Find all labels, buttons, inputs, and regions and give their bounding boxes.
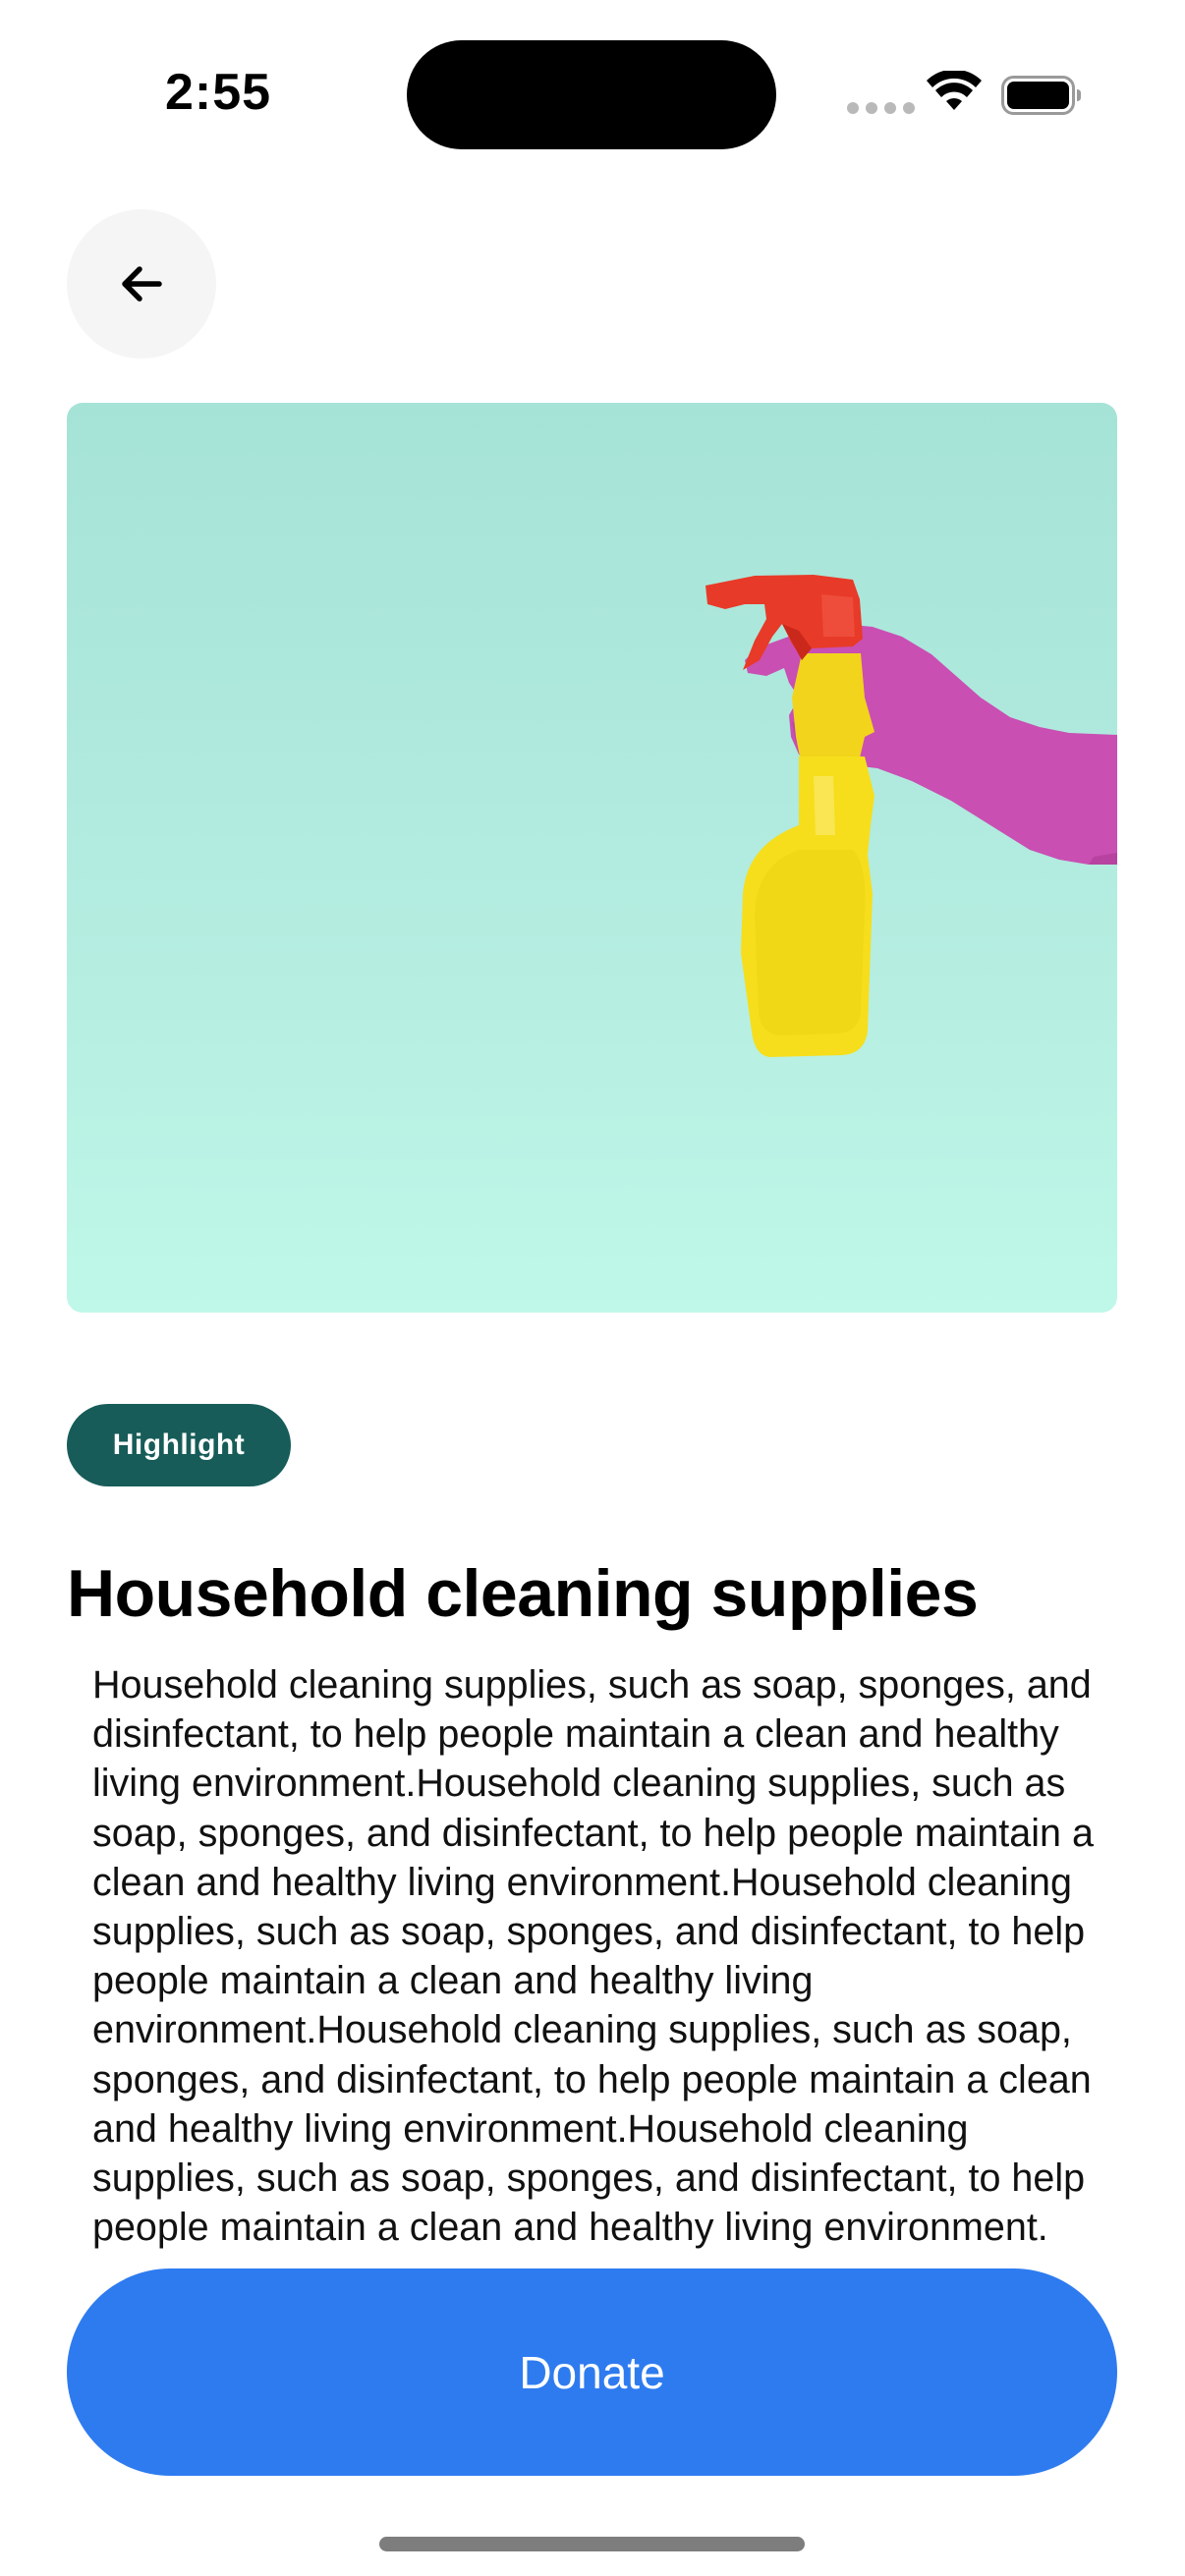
status-time: 2:55 (165, 64, 272, 121)
hero-image (67, 403, 1117, 1313)
spray-bottle-glove-image (705, 575, 1117, 1057)
cellular-dots-icon (847, 102, 915, 114)
product-detail-screen: 2:55 Highlight Household cleaning suppli… (0, 0, 1185, 2576)
dynamic-island (407, 40, 776, 149)
page-title: Household cleaning supplies (67, 1556, 979, 1631)
wifi-icon (927, 71, 982, 110)
donate-button[interactable]: Donate (67, 2268, 1117, 2476)
arrow-left-icon (122, 266, 162, 302)
highlight-badge: Highlight (67, 1404, 291, 1486)
home-indicator[interactable] (379, 2537, 805, 2551)
description-text: Household cleaning supplies, such as soa… (92, 1663, 1094, 2250)
back-button[interactable] (67, 209, 216, 359)
battery-full-icon (1001, 76, 1081, 115)
